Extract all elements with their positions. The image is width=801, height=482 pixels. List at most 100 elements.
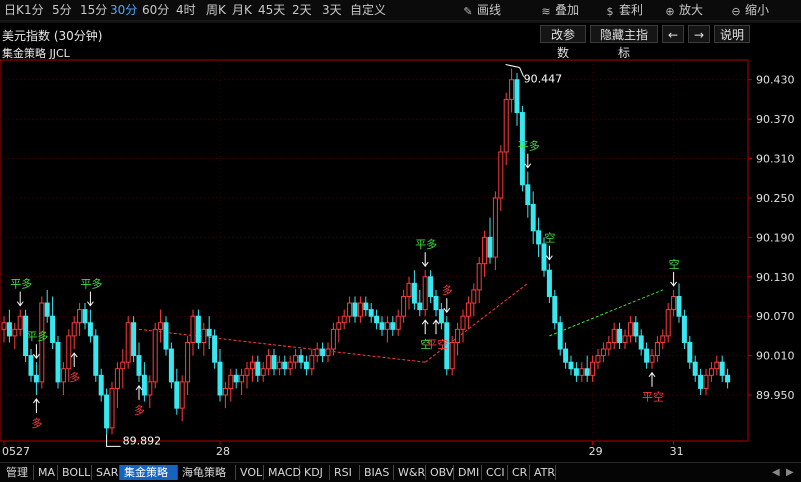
- tab-vol[interactable]: VOL: [236, 465, 264, 480]
- candle-body: [584, 368, 590, 376]
- candle-body: [114, 368, 120, 389]
- candle-body: [163, 322, 169, 350]
- y-tick-label: 90.250: [756, 192, 795, 205]
- candle-body: [563, 348, 569, 363]
- candle-body: [368, 309, 374, 317]
- tab-bias[interactable]: BIAS: [360, 465, 394, 480]
- candle-body: [465, 302, 471, 317]
- candle-body: [109, 387, 115, 429]
- candle-body: [255, 361, 261, 376]
- candle-body: [233, 374, 239, 383]
- signal-label: 平空: [426, 337, 448, 351]
- candle-body: [249, 361, 255, 370]
- y-tick-label: 90.130: [756, 271, 795, 284]
- candle-body: [676, 295, 682, 317]
- trend-line: [549, 289, 663, 337]
- signal-label: 空: [544, 231, 555, 245]
- x-tick-label: 29: [589, 445, 603, 458]
- tab-rsi[interactable]: RSI: [330, 465, 360, 480]
- candle-body: [460, 315, 466, 330]
- candle-body: [120, 361, 126, 370]
- candle-body: [104, 394, 110, 429]
- tab--4[interactable]: 集金策略: [120, 465, 178, 480]
- tab--0[interactable]: 管理: [2, 465, 34, 480]
- signal-label: 平多: [10, 277, 32, 291]
- tab-boll[interactable]: BOLL: [58, 465, 92, 480]
- candle-body: [449, 341, 455, 370]
- tabs-scroll-left-icon[interactable]: ◀: [772, 465, 780, 480]
- tab-obv[interactable]: OBV: [426, 465, 454, 480]
- candle-body: [417, 302, 423, 311]
- tab-wr[interactable]: W&R: [394, 465, 426, 480]
- candle-body: [28, 355, 34, 376]
- tab-cr[interactable]: CR: [508, 465, 530, 480]
- candle-body: [487, 236, 493, 258]
- candle-body: [703, 374, 709, 389]
- candle-body: [363, 302, 369, 311]
- candle-body: [546, 269, 552, 297]
- tab-sar[interactable]: SAR: [92, 465, 120, 480]
- y-tick-label: 90.070: [756, 310, 795, 323]
- candle-body: [455, 328, 461, 343]
- candle-body: [195, 315, 201, 343]
- tab-kdj[interactable]: KDJ: [300, 465, 330, 480]
- tab-atr[interactable]: ATR: [530, 465, 556, 480]
- candle-body: [33, 374, 39, 383]
- candle-body: [293, 355, 299, 363]
- candle-body: [303, 361, 309, 370]
- candle-body: [476, 263, 482, 291]
- candle-body: [401, 295, 407, 317]
- candle-body: [266, 355, 272, 370]
- candle-body: [77, 309, 83, 324]
- signal-label: 多: [442, 283, 453, 297]
- tab-ma[interactable]: MA: [34, 465, 58, 480]
- candle-body: [341, 315, 347, 324]
- candle-body: [579, 368, 585, 376]
- candle-body: [190, 315, 196, 343]
- candle-body: [298, 355, 304, 363]
- candle-body: [82, 309, 88, 324]
- y-tick-label: 90.310: [756, 153, 795, 166]
- candle-body: [530, 204, 536, 232]
- candle-body: [665, 309, 671, 337]
- candle-body: [66, 335, 72, 370]
- signal-label: 多: [31, 416, 42, 430]
- tab--5[interactable]: 海龟策略: [178, 465, 236, 480]
- candle-body: [222, 387, 228, 396]
- signal-label: 平多: [80, 277, 102, 291]
- candle-body: [228, 374, 234, 389]
- candle-body: [617, 328, 623, 343]
- candlestick-chart[interactable]: 90.430 90.370 90.310 90.250 90.190 90.130 90.0…: [0, 0, 801, 462]
- candle-body: [395, 315, 401, 330]
- candle-body: [681, 315, 687, 343]
- candle-body: [147, 381, 153, 396]
- candle-body: [71, 322, 77, 337]
- candle-body: [552, 295, 558, 324]
- tab-cci[interactable]: CCI: [482, 465, 508, 480]
- candle-body: [357, 302, 363, 317]
- candle-body: [725, 374, 731, 383]
- candle-body: [125, 322, 131, 363]
- candle-body: [44, 302, 50, 317]
- tab-dmi[interactable]: DMI: [454, 465, 482, 480]
- candle-body: [698, 374, 704, 389]
- candle-body: [411, 282, 417, 304]
- candle-body: [185, 341, 191, 383]
- candle-body: [98, 374, 104, 396]
- candle-body: [498, 151, 504, 199]
- signal-label: 平多: [26, 329, 48, 343]
- y-tick-label: 90.430: [756, 74, 795, 87]
- candle-body: [206, 328, 212, 337]
- candle-body: [541, 243, 547, 271]
- tabs-scroll-right-icon[interactable]: ▶: [786, 465, 794, 480]
- candle-body: [374, 315, 380, 324]
- candle-body: [50, 315, 56, 343]
- tab-macd[interactable]: MACD: [264, 465, 301, 480]
- candle-body: [217, 361, 223, 396]
- candle-body: [719, 361, 725, 376]
- y-tick-label: 90.010: [756, 350, 795, 363]
- candle-body: [390, 322, 396, 330]
- y-tick-label: 90.370: [756, 113, 795, 126]
- candle-body: [514, 79, 520, 114]
- candle-body: [503, 98, 509, 153]
